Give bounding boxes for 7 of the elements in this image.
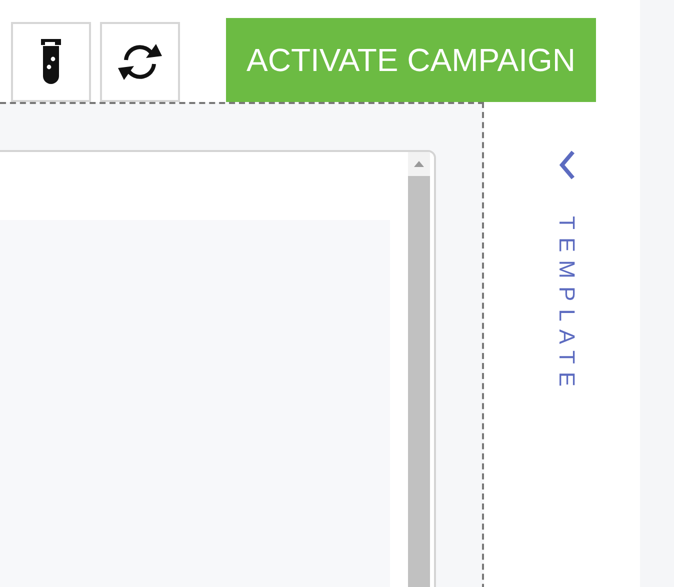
refresh-button[interactable]: [100, 22, 180, 102]
chevron-left-icon[interactable]: [559, 150, 575, 180]
test-tube-icon: [40, 39, 62, 85]
test-button[interactable]: [11, 22, 91, 102]
template-tab[interactable]: TEMPLATE: [550, 216, 584, 395]
refresh-icon: [116, 42, 164, 82]
scroll-up-icon[interactable]: [414, 161, 424, 167]
